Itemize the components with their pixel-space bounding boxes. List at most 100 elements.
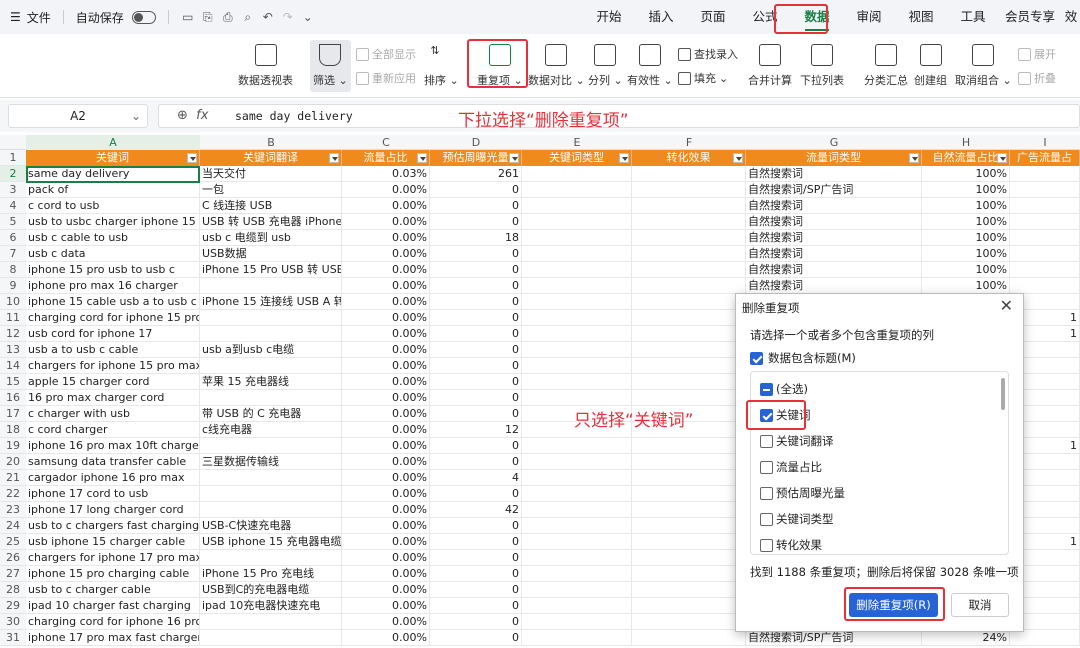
column-item-weekly-exposure[interactable]: 预估周曝光量 <box>760 485 845 501</box>
table-cell[interactable]: 0 <box>430 390 522 406</box>
row-header[interactable]: 19 <box>0 438 26 454</box>
column-header-f[interactable]: F <box>632 135 746 150</box>
has-header-checkbox[interactable] <box>750 351 763 365</box>
table-cell[interactable]: 0.00% <box>342 454 430 470</box>
row-header[interactable]: 14 <box>0 358 26 374</box>
row-header[interactable]: 2 <box>0 166 26 182</box>
row-header[interactable]: 27 <box>0 566 26 582</box>
filter-dropdown-icon[interactable] <box>509 153 519 163</box>
table-cell[interactable]: usb c cable to usb <box>26 230 200 246</box>
header-cell[interactable]: 关键词翻译 <box>200 150 342 166</box>
row-header[interactable]: 26 <box>0 550 26 566</box>
table-cell[interactable] <box>632 166 746 182</box>
header-cell[interactable]: 关键词类型 <box>522 150 632 166</box>
table-cell[interactable]: 100% <box>922 246 1010 262</box>
table-cell[interactable]: 自然搜索词 <box>746 278 922 294</box>
table-cell[interactable]: 24% <box>922 630 1010 646</box>
table-cell[interactable]: 带 USB 的 C 充电器 <box>200 406 342 422</box>
table-cell[interactable] <box>1010 278 1080 294</box>
table-cell[interactable]: 0.00% <box>342 566 430 582</box>
table-cell[interactable] <box>522 502 632 518</box>
header-cell[interactable]: 广告流量占 <box>1010 150 1080 166</box>
table-cell[interactable]: 100% <box>922 198 1010 214</box>
table-cell[interactable] <box>1010 198 1080 214</box>
table-cell[interactable]: 自然搜索词 <box>746 246 922 262</box>
table-cell[interactable] <box>632 326 746 342</box>
table-cell[interactable] <box>632 182 746 198</box>
row-header[interactable]: 31 <box>0 630 26 646</box>
file-menu[interactable]: 文件 <box>27 9 51 26</box>
table-cell[interactable] <box>200 550 342 566</box>
table-cell[interactable] <box>522 454 632 470</box>
header-cell[interactable]: 关键词 <box>26 150 200 166</box>
table-cell[interactable]: 0 <box>430 438 522 454</box>
row-header[interactable]: 3 <box>0 182 26 198</box>
dropdown-list-button[interactable]: 下拉列表 <box>800 44 844 88</box>
has-header-option[interactable]: 数据包含标题(M) <box>750 350 856 366</box>
subtotal-button[interactable]: 分类汇总 <box>864 44 908 88</box>
column-header-a[interactable]: A <box>26 135 200 150</box>
redo-icon[interactable]: ↷ <box>281 10 295 24</box>
table-cell[interactable]: usb iphone 15 charger cable <box>26 534 200 550</box>
table-cell[interactable] <box>632 374 746 390</box>
table-cell[interactable]: 0 <box>430 374 522 390</box>
row-header[interactable]: 25 <box>0 534 26 550</box>
find-entry-button[interactable]: 查找录入 <box>678 46 738 62</box>
row-header[interactable]: 28 <box>0 582 26 598</box>
table-cell[interactable]: 0.00% <box>342 598 430 614</box>
table-cell[interactable]: 0.00% <box>342 310 430 326</box>
export-icon[interactable]: ⎘ <box>201 10 215 24</box>
table-cell[interactable] <box>522 374 632 390</box>
table-cell[interactable] <box>522 630 632 646</box>
table-cell[interactable]: 0 <box>430 182 522 198</box>
table-cell[interactable]: 0.00% <box>342 518 430 534</box>
tab-insert[interactable]: 插入 <box>635 0 687 34</box>
table-cell[interactable] <box>632 294 746 310</box>
select-all-item[interactable]: (全选) <box>760 381 808 397</box>
consolidate-button[interactable]: 合并计算 <box>748 44 792 88</box>
row-header[interactable]: 17 <box>0 406 26 422</box>
select-all-checkbox[interactable] <box>760 382 773 396</box>
fill-button[interactable]: 填充 ⌄ <box>678 70 728 86</box>
table-cell[interactable]: iphone 15 pro usb to usb c <box>26 262 200 278</box>
table-cell[interactable]: 0 <box>430 534 522 550</box>
table-cell[interactable]: 0 <box>430 566 522 582</box>
expand-button[interactable]: 展开 <box>1018 46 1056 62</box>
table-cell[interactable]: 一包 <box>200 182 342 198</box>
table-cell[interactable] <box>522 566 632 582</box>
column-header-b[interactable]: B <box>200 135 342 150</box>
row-header[interactable]: 5 <box>0 214 26 230</box>
table-cell[interactable]: 0.00% <box>342 486 430 502</box>
table-cell[interactable]: 0 <box>430 358 522 374</box>
table-cell[interactable]: 0.00% <box>342 582 430 598</box>
table-cell[interactable]: 0.00% <box>342 390 430 406</box>
table-cell[interactable]: 18 <box>430 230 522 246</box>
table-cell[interactable]: 自然搜索词/SP广告词 <box>746 630 922 646</box>
column-checkbox[interactable] <box>760 434 773 448</box>
table-cell[interactable] <box>632 630 746 646</box>
tab-member[interactable]: 会员专享 <box>999 0 1061 34</box>
table-cell[interactable] <box>522 214 632 230</box>
table-cell[interactable] <box>522 326 632 342</box>
table-cell[interactable]: usb c 电缆到 usb <box>200 230 342 246</box>
table-cell[interactable]: 苹果 15 充电器线 <box>200 374 342 390</box>
table-cell[interactable]: usb cord for iphone 17 <box>26 326 200 342</box>
table-cell[interactable]: 0 <box>430 278 522 294</box>
table-cell[interactable]: iPhone 15 Pro USB 转 USB C <box>200 262 342 278</box>
table-cell[interactable] <box>522 518 632 534</box>
table-cell[interactable] <box>632 310 746 326</box>
validity-button[interactable]: 有效性 ⌄ <box>627 44 673 88</box>
table-cell[interactable]: 0 <box>430 246 522 262</box>
table-cell[interactable]: samsung data transfer cable <box>26 454 200 470</box>
fx-icon[interactable]: ⊕ fx <box>177 108 208 123</box>
table-cell[interactable] <box>522 166 632 182</box>
table-cell[interactable]: 0.00% <box>342 550 430 566</box>
table-cell[interactable]: c cord charger <box>26 422 200 438</box>
table-cell[interactable] <box>522 342 632 358</box>
header-cell[interactable]: 自然流量占比 <box>922 150 1010 166</box>
table-cell[interactable] <box>522 358 632 374</box>
table-cell[interactable] <box>522 582 632 598</box>
table-cell[interactable]: 0 <box>430 326 522 342</box>
row-header[interactable]: 16 <box>0 390 26 406</box>
filter-dropdown-icon[interactable] <box>733 153 743 163</box>
